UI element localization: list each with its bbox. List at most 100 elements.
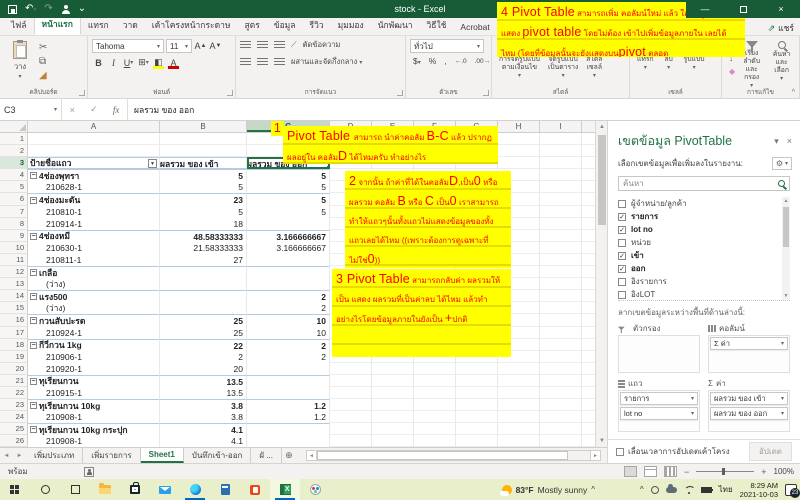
cell-sum-in[interactable]: 5 [160,169,247,181]
columns-area[interactable]: Σ ค่า▾ [708,335,790,373]
office-button[interactable] [240,479,270,500]
ribbon-tab-11[interactable]: Acrobat [453,19,496,35]
store-button[interactable] [120,479,150,500]
collapse-group-icon[interactable]: − [30,233,37,240]
paint-button[interactable] [300,479,330,500]
empty-cell[interactable] [540,266,582,278]
row-number-21[interactable]: 21 [0,375,28,387]
ribbon-tab-2[interactable]: แทรก [81,15,116,35]
empty-cell[interactable] [330,387,372,399]
cell-sum-out[interactable]: 2 [247,290,330,302]
field-checkbox[interactable]: ✓ [618,213,626,221]
empty-cell[interactable] [582,193,595,205]
empty-cell[interactable] [540,423,582,435]
zoom-handle[interactable] [722,468,725,475]
empty-cell[interactable] [540,375,582,387]
column-header-A[interactable]: A [28,121,160,132]
ribbon-tab-6[interactable]: ข้อมูล [267,15,303,35]
empty-cell[interactable] [582,242,595,254]
column-header-H[interactable]: H [498,121,540,132]
column-header-B[interactable]: B [160,121,247,132]
update-button[interactable]: อัปเดต [749,442,792,461]
weather-widget[interactable]: 83°F Mostly sunny ^ [502,485,595,495]
row-number-9[interactable]: 9 [0,230,28,242]
collapse-group-icon[interactable]: − [30,378,37,385]
empty-cell[interactable] [540,169,582,181]
area-item[interactable]: ผลรวม ของ ออก▾ [710,407,788,420]
field-list-scrollbar[interactable]: ▲ ▼ [782,197,790,301]
grow-font-icon[interactable]: A▲ [194,40,207,53]
cell-sum-in[interactable] [160,290,247,302]
align-top-icon[interactable] [240,41,251,50]
ribbon-tab-10[interactable]: วิธีใช้ [420,15,454,35]
collapse-group-icon[interactable]: − [30,197,37,204]
pivot-row-label[interactable]: 210630-1 [28,242,160,254]
collapse-group-icon[interactable]: − [30,342,37,349]
save-icon[interactable] [8,5,17,14]
empty-cell[interactable] [582,266,595,278]
pivot-row-label[interactable]: −4ช่องมะดัน [28,193,160,205]
empty-cell[interactable] [540,254,582,266]
pivot-row-label[interactable]: 210914-1 [28,218,160,230]
page-break-view-button[interactable] [664,466,677,477]
collapse-ribbon-icon[interactable]: ^ [792,89,795,96]
italic-button[interactable]: I [107,56,120,69]
number-dialog-launcher[interactable] [483,90,489,96]
row-number-6[interactable]: 6 [0,193,28,205]
cell-sum-out[interactable] [247,278,330,290]
hidden-icons-chevron[interactable]: ^ [640,485,644,494]
pivot-row-label[interactable]: −4ช่องหมี [28,230,160,242]
enter-icon[interactable]: ✓ [90,104,98,115]
row-number-26[interactable]: 26 [0,435,28,447]
empty-cell[interactable] [456,411,498,423]
empty-cell[interactable] [498,363,540,375]
cell-sum-in[interactable]: 48.58333333 [160,230,247,242]
cell-sum-in[interactable]: 20 [160,363,247,375]
normal-view-button[interactable] [624,466,637,477]
empty-cell[interactable] [540,181,582,193]
empty-cell[interactable] [582,435,595,447]
cell-sum-out[interactable] [247,254,330,266]
update-tray-icon[interactable] [651,486,659,494]
empty-cell[interactable] [582,230,595,242]
empty-cell[interactable] [540,157,582,169]
pivot-row-label[interactable]: (ว่าง) [28,278,160,290]
empty-cell[interactable] [582,206,595,218]
cell-sum-in[interactable]: 4.1 [160,423,247,435]
empty-cell[interactable] [498,435,540,447]
cell-sum-out[interactable]: 1.2 [247,399,330,411]
row-labels-filter-icon[interactable]: ▼ [148,159,157,168]
empty-cell[interactable] [582,423,595,435]
new-sheet-button[interactable]: ⊕ [282,448,296,463]
empty-cell[interactable] [540,399,582,411]
collapse-group-icon[interactable]: − [30,317,37,324]
empty-cell[interactable] [330,375,372,387]
empty-cell[interactable] [582,157,595,169]
row-number-22[interactable]: 22 [0,387,28,399]
vertical-scrollbar[interactable]: ▲ ▼ [595,121,607,447]
empty-cell[interactable] [456,387,498,399]
area-item[interactable]: ผลรวม ของ เข้า▾ [710,392,788,405]
pivot-row-label[interactable]: 210908-1 [28,435,160,447]
empty-cell[interactable] [498,133,540,145]
empty-cell[interactable] [414,375,456,387]
row-number-12[interactable]: 12 [0,266,28,278]
shrink-font-icon[interactable]: A▼ [209,40,222,53]
find-select-button[interactable]: ค้นหาและ เลือก▾ [768,39,795,86]
align-bottom-icon[interactable] [274,41,285,50]
field-item-4[interactable]: ✓เข้า [618,249,790,262]
cell-sum-in[interactable]: 27 [160,254,247,266]
empty-cell[interactable] [540,218,582,230]
empty-cell[interactable] [372,423,414,435]
empty-cell[interactable] [456,435,498,447]
language-indicator[interactable]: ไทย [719,483,733,496]
empty-cell[interactable] [540,302,582,314]
format-painter-icon[interactable]: ◢ [39,70,47,82]
row-number-13[interactable]: 13 [0,278,28,290]
empty-cell[interactable] [372,363,414,375]
cell-sum-in[interactable]: 25 [160,327,247,339]
filters-area[interactable] [618,335,700,373]
font-dialog-launcher[interactable] [227,90,233,96]
empty-cell[interactable] [330,363,372,375]
ribbon-tab-8[interactable]: มุมมอง [331,15,371,35]
